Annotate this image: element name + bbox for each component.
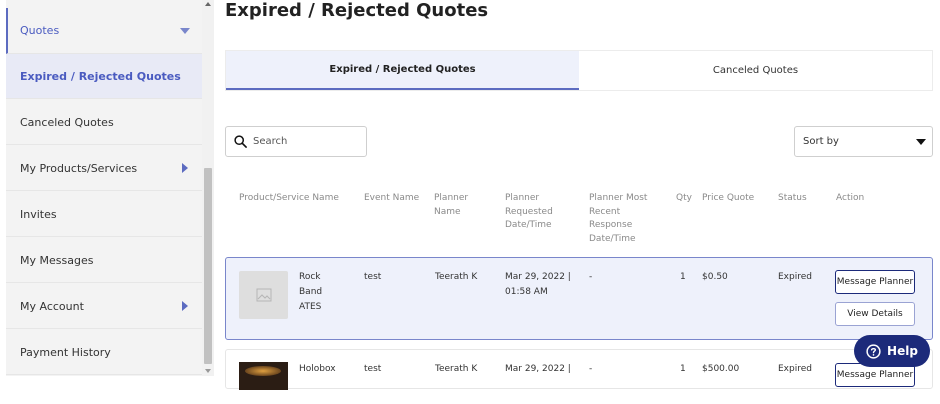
sidebar-item-label: Payment History — [20, 345, 111, 359]
planner-name: Teerath K — [435, 272, 478, 282]
header-price-quote: Price Quote — [702, 193, 755, 203]
quote-tabs: Expired / Rejected Quotes Canceled Quote… — [225, 50, 933, 91]
header-product-service-name: Product/Service Name — [239, 193, 339, 203]
sidebar-item-label: Invites — [20, 207, 57, 221]
header-action: Action — [836, 193, 865, 203]
message-planner-button[interactable]: Message Planner — [835, 270, 915, 294]
search-box — [225, 126, 367, 157]
scroll-down-arrow-icon[interactable] — [205, 369, 211, 373]
sidebar-scrollbar[interactable] — [202, 0, 214, 376]
sidebar-item-label: My Account — [20, 299, 84, 313]
question-circle-icon — [866, 343, 881, 359]
chevron-right-icon — [182, 301, 188, 311]
status-badge: Expired — [778, 272, 812, 282]
sidebar-item-payment-history[interactable]: Payment History — [6, 330, 202, 375]
help-label: Help — [887, 344, 918, 358]
product-image — [239, 362, 288, 390]
image-icon — [256, 288, 271, 302]
page-title: Expired / Rejected Quotes — [225, 0, 489, 21]
table-row: Rock Band ATES test Teerath K Mar 29, 20… — [225, 257, 933, 340]
chevron-right-icon — [182, 163, 188, 173]
quantity: 1 — [680, 272, 686, 282]
response-datetime: - — [589, 272, 593, 282]
status-badge: Expired — [778, 364, 812, 374]
chevron-down-icon — [180, 28, 190, 34]
sidebar: Quotes Expired / Rejected Quotes Cancele… — [6, 0, 202, 376]
sidebar-item-my-products-services[interactable]: My Products/Services — [6, 146, 202, 191]
sidebar-item-invites[interactable]: Invites — [6, 192, 202, 237]
price-quote: $500.00 — [702, 364, 740, 374]
header-planner-name: Planner Name — [434, 193, 469, 217]
header-planner-response-datetime: Planner Most Recent Response Date/Time — [589, 193, 648, 244]
sidebar-item-label: Quotes — [20, 24, 60, 37]
sidebar-item-my-messages[interactable]: My Messages — [6, 238, 202, 283]
scrollbar-thumb[interactable] — [204, 168, 212, 364]
sidebar-item-label: My Products/Services — [20, 161, 138, 175]
price-quote: $0.50 — [702, 272, 728, 282]
search-icon — [234, 135, 247, 148]
sidebar-item-label: My Messages — [20, 253, 94, 267]
event-name: test — [364, 364, 382, 374]
product-name: Rock Band ATES — [299, 272, 323, 312]
sort-by-select[interactable]: Sort by — [794, 126, 933, 157]
product-image-placeholder — [239, 271, 288, 319]
sidebar-item-my-account[interactable]: My Account — [6, 284, 202, 329]
tab-expired-rejected-quotes[interactable]: Expired / Rejected Quotes — [226, 51, 579, 90]
header-status: Status — [778, 193, 807, 203]
event-name: test — [364, 272, 382, 282]
planner-name: Teerath K — [435, 364, 478, 374]
sort-by-label: Sort by — [803, 136, 839, 147]
sidebar-item-label: Expired / Rejected Quotes — [20, 69, 181, 83]
tab-canceled-quotes[interactable]: Canceled Quotes — [579, 51, 932, 90]
search-input[interactable] — [253, 136, 353, 147]
header-planner-requested-datetime: Planner Requested Date/Time — [505, 193, 553, 230]
header-event-name: Event Name — [364, 193, 420, 203]
chevron-down-icon — [916, 139, 926, 145]
response-datetime: - — [589, 364, 593, 374]
scroll-up-arrow-icon[interactable] — [205, 2, 211, 6]
help-button[interactable]: Help — [854, 335, 930, 367]
sidebar-item-canceled-quotes[interactable]: Canceled Quotes — [6, 100, 202, 145]
sidebar-item-label: Canceled Quotes — [20, 115, 114, 129]
quantity: 1 — [680, 364, 686, 374]
requested-datetime: Mar 29, 2022 | 01:58 AM — [505, 272, 571, 297]
requested-datetime: Mar 29, 2022 | — [505, 364, 571, 374]
sidebar-item-expired-rejected-quotes[interactable]: Expired / Rejected Quotes — [6, 54, 202, 99]
product-name: Holobox — [299, 364, 336, 374]
view-details-button[interactable]: View Details — [835, 302, 915, 326]
sidebar-item-quotes[interactable]: Quotes — [6, 8, 202, 54]
header-qty: Qty — [676, 193, 692, 203]
table-row: Holobox test Teerath K Mar 29, 2022 | - … — [225, 349, 933, 390]
